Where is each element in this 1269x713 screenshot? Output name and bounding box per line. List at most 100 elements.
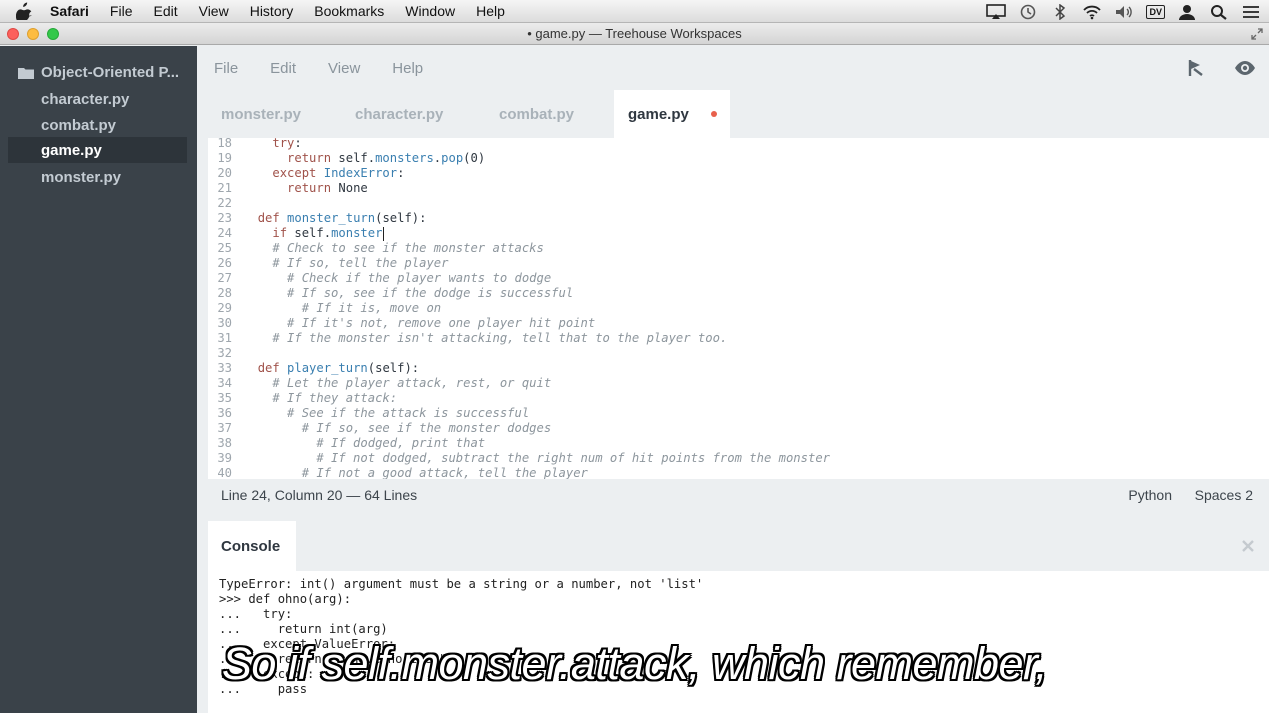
menu-file[interactable]: File <box>110 3 133 19</box>
sidebar-file-monster[interactable]: monster.py <box>8 164 187 190</box>
line-content: # If so, see if the monster dodges <box>243 421 551 436</box>
menu-history[interactable]: History <box>250 3 294 19</box>
line-content: # If dodged, print that <box>243 436 485 451</box>
line-content: # If so, see if the dodge is successful <box>243 286 573 301</box>
code-editor[interactable]: 18 try: 19 return self.monsters.pop(0) 20 … <box>208 138 1269 479</box>
line-number: 35 <box>217 391 232 405</box>
window-zoom-button[interactable] <box>47 28 59 40</box>
sidebar-file-character[interactable]: character.py <box>8 86 187 112</box>
line-number: 27 <box>217 271 232 285</box>
editor-menu-help[interactable]: Help <box>392 60 423 77</box>
line-number: 18 <box>217 138 232 150</box>
bluetooth-icon[interactable] <box>1050 3 1070 20</box>
console-tab-label: Console <box>221 537 281 555</box>
code-token: # If not a good attack, tell the player <box>301 466 588 479</box>
cursor-position: Line 24, Column 20 — 64 Lines <box>221 487 418 503</box>
line-number: 23 <box>217 211 232 225</box>
code-line: 37 # If so, see if the monster dodges <box>208 421 1269 436</box>
sidebar-file-game[interactable]: game.py <box>8 137 187 163</box>
code-line: 26 # If so, tell the player <box>208 256 1269 271</box>
code-line: 31 # If the monster isn't attacking, tel… <box>208 331 1269 346</box>
editor-menu-file[interactable]: File <box>214 60 238 77</box>
code-line: 19 return self.monsters.pop(0) <box>208 151 1269 166</box>
video-subtitle: So if self.monster.attack, which remembe… <box>221 638 1048 689</box>
folder-icon <box>18 67 34 79</box>
menu-safari[interactable]: Safari <box>50 3 89 19</box>
code-line: 38 # If dodged, print that <box>208 436 1269 451</box>
wifi-icon[interactable] <box>1082 4 1102 20</box>
menu-view[interactable]: View <box>199 3 229 19</box>
line-content: # If not dodged, subtract the right num … <box>243 451 830 466</box>
code-token: # If it's not, remove one player hit poi… <box>287 316 596 330</box>
line-content: # If so, tell the player <box>243 256 448 271</box>
code-token: return <box>287 181 332 195</box>
tab-label: monster.py <box>221 105 302 123</box>
editor-menu-edit[interactable]: Edit <box>270 60 296 77</box>
share-icon[interactable] <box>1185 58 1207 78</box>
window-title: • game.py — Treehouse Workspaces <box>527 26 742 41</box>
tab-monster-py[interactable]: monster.py <box>208 90 342 138</box>
text-cursor <box>383 226 385 241</box>
sidebar-folder-label: Object-Oriented P... <box>41 63 180 81</box>
line-number: 24 <box>217 226 232 240</box>
line-number: 38 <box>217 436 232 450</box>
time-machine-icon[interactable] <box>1018 4 1038 20</box>
line-content: def player_turn(self): <box>243 361 419 376</box>
macos-menu-bar: Safari File Edit View History Bookmarks … <box>0 0 1269 23</box>
editor-menu-view[interactable]: View <box>328 60 360 77</box>
apple-logo-icon[interactable] <box>16 2 32 20</box>
language-selector[interactable]: Python <box>1128 487 1172 503</box>
airplay-icon[interactable] <box>986 3 1007 20</box>
code-token: # If so, see if the dodge is successful <box>287 286 574 300</box>
line-content: return self.monsters.pop(0) <box>243 151 485 166</box>
code-token: monster_turn <box>287 211 376 225</box>
menu-edit[interactable]: Edit <box>153 3 177 19</box>
line-content: # Check if the player wants to dodge <box>243 271 551 286</box>
line-content: def monster_turn(self): <box>243 211 427 226</box>
sidebar-file-combat[interactable]: combat.py <box>8 112 187 138</box>
line-number: 22 <box>217 196 232 210</box>
dv-badge[interactable]: DV <box>1146 4 1165 19</box>
code-token: # If so, tell the player <box>272 256 449 270</box>
code-line: 29 # If it is, move on <box>208 301 1269 316</box>
menu-help[interactable]: Help <box>476 3 505 19</box>
console-header: Console <box>208 521 1269 571</box>
file-sidebar: Object-Oriented P... character.py combat… <box>0 46 197 713</box>
code-token: (self): <box>375 211 427 225</box>
tab-game-py[interactable]: game.py <box>614 90 730 138</box>
code-line: 40 # If not a good attack, tell the play… <box>208 466 1269 479</box>
status-tray: DV <box>986 0 1261 23</box>
editor-tabs: monster.py character.py combat.py game.p… <box>208 90 1269 138</box>
code-token: # If dodged, print that <box>316 436 486 450</box>
window-close-button[interactable] <box>7 28 19 40</box>
sidebar-folder-project[interactable]: Object-Oriented P... <box>8 59 187 85</box>
menu-window[interactable]: Window <box>405 3 455 19</box>
code-line: 20 except IndexError: <box>208 166 1269 181</box>
line-content: # Let the player attack, rest, or quit <box>243 376 551 391</box>
preview-eye-icon[interactable] <box>1234 58 1256 78</box>
line-number: 21 <box>217 181 232 195</box>
indent-selector[interactable]: Spaces 2 <box>1195 487 1253 503</box>
code-token: pop <box>441 151 464 165</box>
line-content: # If it is, move on <box>243 301 441 316</box>
code-token: # See if the attack is successful <box>287 406 530 420</box>
code-token: # Check if the player wants to dodge <box>287 271 552 285</box>
fullscreen-icon[interactable] <box>1251 28 1263 40</box>
line-content: # If it's not, remove one player hit poi… <box>243 316 595 331</box>
user-icon[interactable] <box>1177 4 1197 20</box>
window-minimize-button[interactable] <box>27 28 39 40</box>
menu-bookmarks[interactable]: Bookmarks <box>314 3 384 19</box>
code-token: # If it is, move on <box>301 301 442 315</box>
notification-center-icon[interactable] <box>1241 4 1261 20</box>
tab-character-py[interactable]: character.py <box>342 90 486 138</box>
volume-icon[interactable] <box>1114 4 1134 20</box>
console-line: TypeError: int() argument must be a stri… <box>219 577 704 591</box>
tab-combat-py[interactable]: combat.py <box>486 90 614 138</box>
console-tab[interactable]: Console <box>208 521 296 571</box>
close-icon[interactable] <box>1241 539 1255 553</box>
spotlight-icon[interactable] <box>1209 4 1229 20</box>
editor-menu-bar: File Edit View Help <box>197 46 1269 90</box>
line-content: # See if the attack is successful <box>243 406 529 421</box>
line-number: 39 <box>217 451 232 465</box>
